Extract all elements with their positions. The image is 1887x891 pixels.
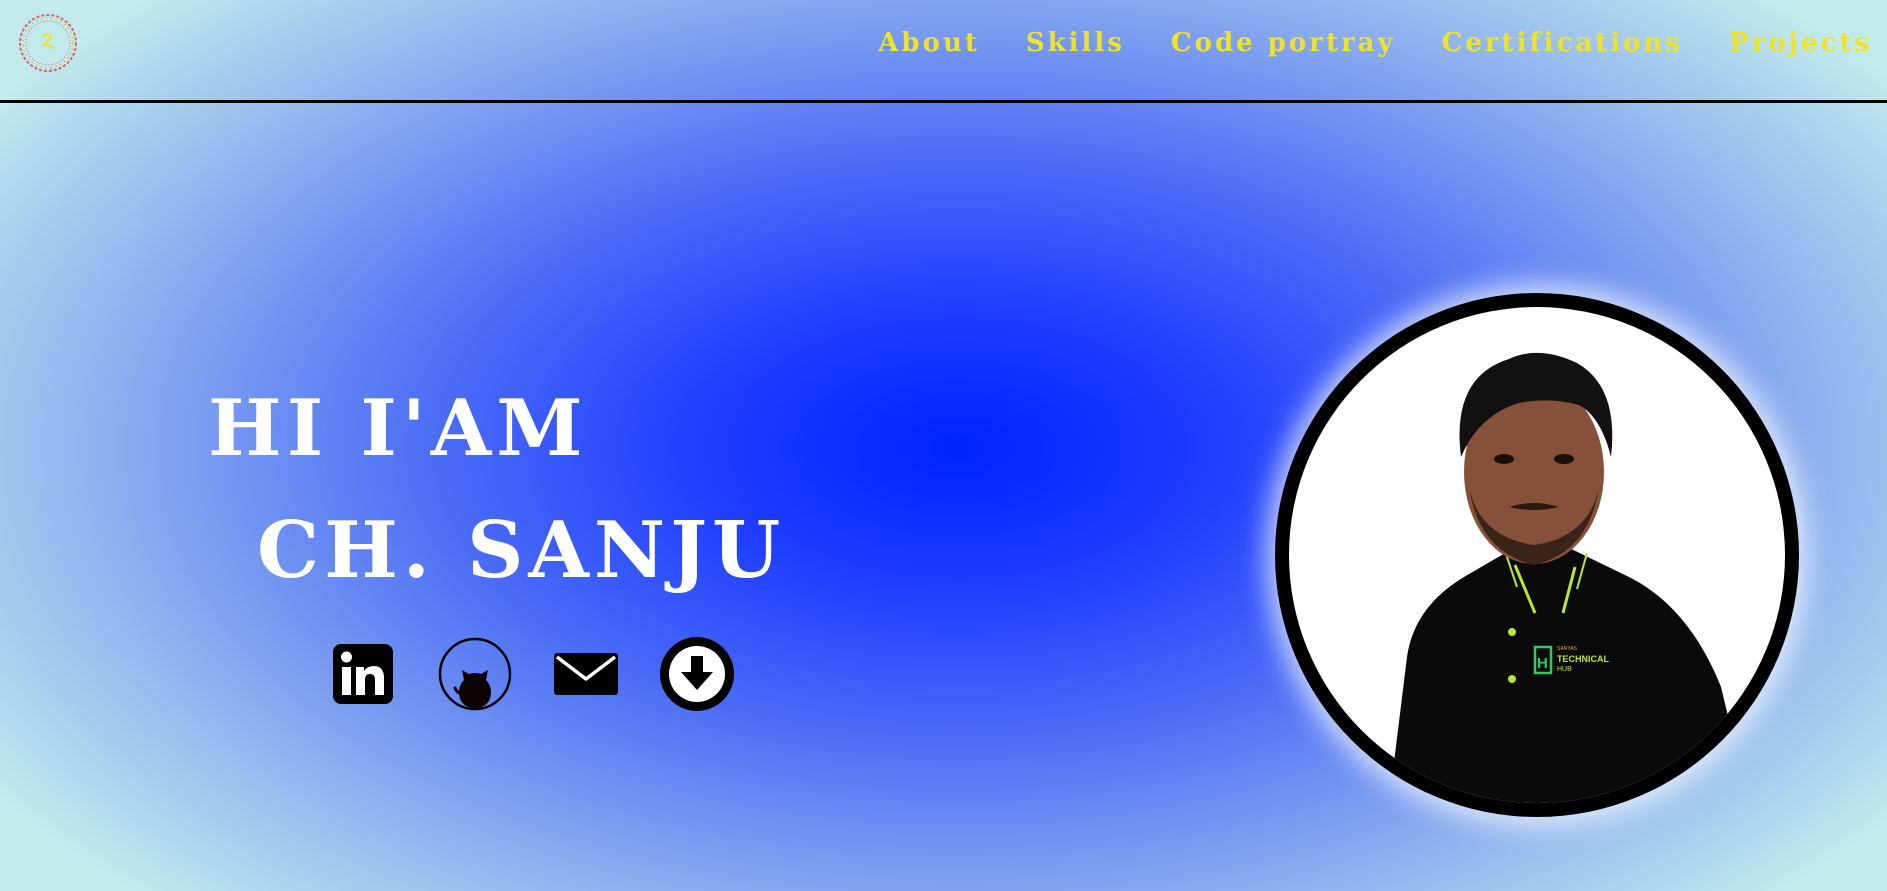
hero-name: CH. SANJU [257, 505, 786, 596]
nav-certifications-link[interactable]: Certifications [1442, 28, 1683, 58]
nav-projects-link[interactable]: Projects [1729, 28, 1872, 58]
logo-icon[interactable] [17, 12, 79, 74]
svg-text:SANYAS: SANYAS [1557, 646, 1578, 652]
svg-text:HUB: HUB [1557, 666, 1572, 673]
profile-photo-frame: H SANYAS TECHNICAL HUB [1275, 293, 1799, 817]
nav-code-portray-link[interactable]: Code portray [1171, 28, 1396, 58]
github-icon[interactable] [437, 636, 513, 712]
svg-text:TECHNICAL: TECHNICAL [1557, 654, 1609, 664]
profile-photo: H SANYAS TECHNICAL HUB [1289, 307, 1785, 803]
main-nav: About Skills Code portray Certifications… [878, 28, 1872, 58]
download-icon[interactable] [659, 636, 735, 712]
site-header: About Skills Code portray Certifications… [0, 0, 1887, 103]
nav-about-link[interactable]: About [878, 28, 980, 58]
mail-icon[interactable] [548, 636, 624, 712]
hero-greeting: HI I'AM [208, 383, 588, 474]
nav-skills-link[interactable]: Skills [1026, 28, 1125, 58]
svg-text:H: H [1537, 655, 1548, 672]
linkedin-icon[interactable] [325, 636, 401, 712]
